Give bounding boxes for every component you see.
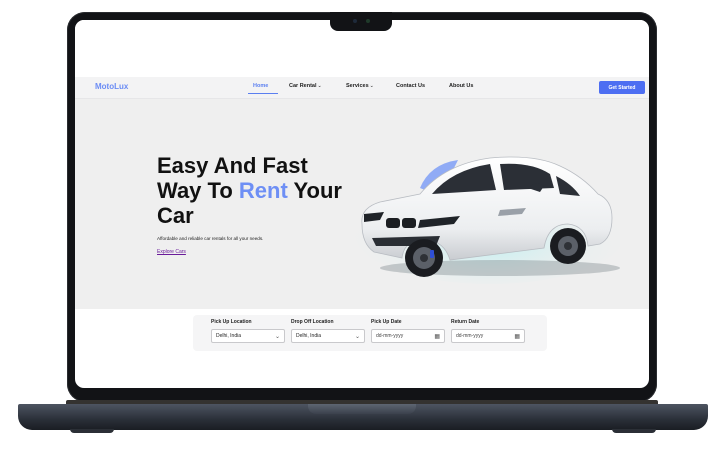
hero-subtitle: Affordable and reliable car rentals for … [157,236,264,241]
active-nav-underline [248,93,278,94]
dropoff-location-label: Drop Off Location [291,319,334,325]
camera-indicator-icon [366,19,370,23]
return-date-placeholder: dd-mm-yyyy [456,333,484,339]
nav-item-services[interactable]: Services⌄ [346,83,374,89]
chevron-down-icon: ⌄ [274,333,280,340]
dropoff-location-value: Delhi, India [296,333,322,339]
laptop-opening-notch [308,404,416,414]
nav-item-label: Home [253,83,269,89]
sports-car-icon [355,156,625,284]
camera-icon [353,19,357,23]
pickup-date-label: Pick Up Date [371,319,402,325]
nav-item-label: Car Rental [289,83,317,89]
nav-item-label: Contact Us [396,83,426,89]
pickup-date-placeholder: dd-mm-yyyy [376,333,404,339]
chevron-down-icon: ⌄ [369,83,374,89]
dropoff-location-select[interactable]: Delhi, India ⌄ [291,329,365,343]
return-date-label: Return Date [451,319,480,325]
return-date-input[interactable]: dd-mm-yyyy ▦ [451,329,525,343]
hero-section: Easy And Fast Way To Rent Your Car Affor… [75,99,649,309]
nav-item-label: About Us [449,83,474,89]
pickup-location-group: Pick Up Location Delhi, India ⌄ [211,319,285,343]
hero-title-line-1: Easy And Fast [157,153,308,178]
nav-item-label: Services [346,83,369,89]
hero-car-image [350,136,625,286]
laptop-mockup: MotoLux Home Car Rental⌄ Services⌄ Conta… [0,0,728,449]
calendar-icon[interactable]: ▦ [434,333,440,340]
hero-title: Easy And Fast Way To Rent Your Car [157,153,367,228]
chevron-down-icon: ⌄ [354,333,360,340]
chevron-down-icon: ⌄ [317,83,322,89]
pickup-location-label: Pick Up Location [211,319,252,325]
explore-cars-link[interactable]: Explore Cars [157,249,186,255]
calendar-icon[interactable]: ▦ [514,333,520,340]
pickup-location-value: Delhi, India [216,333,242,339]
navbar: MotoLux Home Car Rental⌄ Services⌄ Conta… [75,77,649,99]
laptop-screen: MotoLux Home Car Rental⌄ Services⌄ Conta… [75,20,649,388]
dropoff-location-group: Drop Off Location Delhi, India ⌄ [291,319,365,343]
camera-notch [330,12,392,31]
brand-logo[interactable]: MotoLux [95,82,128,91]
hero-title-line-2-start: Way To [157,178,239,203]
nav-item-about[interactable]: About Us [449,83,473,89]
hero-title-line-2-end: Your [287,178,342,203]
laptop-foot [612,429,656,433]
hero-title-accent: Rent [238,178,288,203]
pickup-date-group: Pick Up Date dd-mm-yyyy ▦ [371,319,445,343]
nav-item-home[interactable]: Home [253,83,268,89]
hero-title-line-3: Car [157,203,194,228]
laptop-foot [70,429,114,433]
pickup-location-select[interactable]: Delhi, India ⌄ [211,329,285,343]
nav-item-car-rental[interactable]: Car Rental⌄ [289,83,322,89]
return-date-group: Return Date dd-mm-yyyy ▦ [451,319,525,343]
nav-item-contact[interactable]: Contact Us [396,83,425,89]
booking-form: Pick Up Location Delhi, India ⌄ Drop Off… [193,315,547,351]
get-started-button[interactable]: Get Started [599,81,645,94]
pickup-date-input[interactable]: dd-mm-yyyy ▦ [371,329,445,343]
